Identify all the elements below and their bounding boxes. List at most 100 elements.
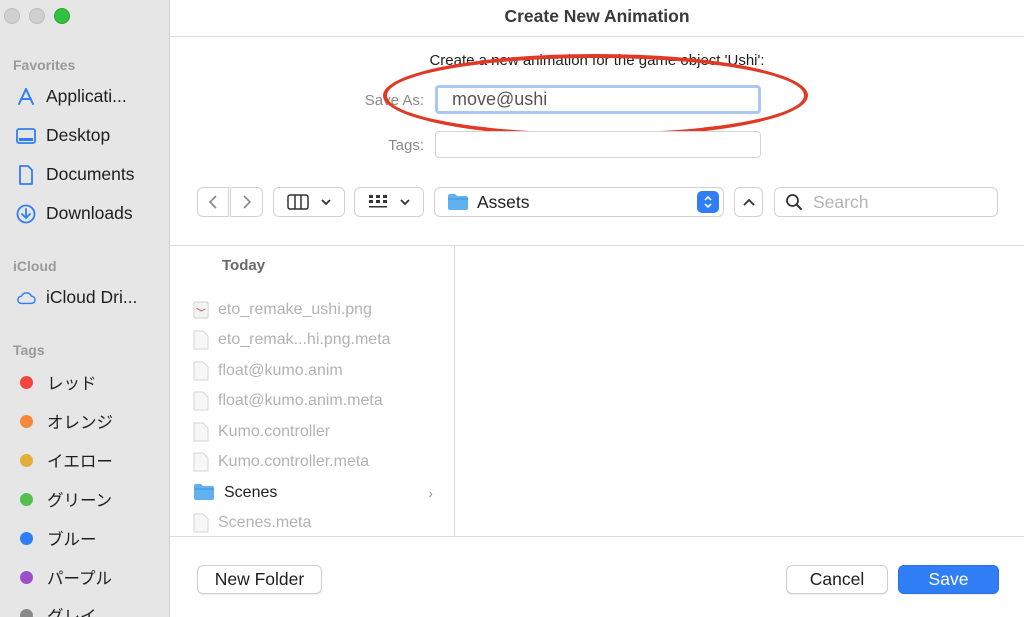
chevron-right-icon: › xyxy=(428,485,433,501)
folder-icon xyxy=(448,194,468,210)
downloads-icon xyxy=(16,204,36,224)
group-header: Today xyxy=(222,257,266,274)
chevron-up-icon xyxy=(742,198,755,206)
new-folder-button[interactable]: New Folder xyxy=(197,565,322,594)
search-icon xyxy=(786,194,802,210)
tag-label: グレイ xyxy=(47,608,97,617)
tag-label: ブルー xyxy=(47,531,97,549)
file-item[interactable]: float@kumo.anim xyxy=(193,361,443,381)
sidebar-tag-green[interactable]: グリーン xyxy=(20,487,112,511)
save-button[interactable]: Save xyxy=(898,565,999,594)
chevron-left-icon xyxy=(208,195,217,209)
tag-dot-icon xyxy=(20,414,33,428)
dialog-title: Create New Animation xyxy=(504,6,690,26)
folder-icon xyxy=(193,483,215,503)
chevron-down-icon xyxy=(400,199,410,206)
file-item[interactable]: eto_remak...hi.png.meta xyxy=(193,330,443,350)
sidebar-item-desktop[interactable]: Desktop xyxy=(16,125,110,146)
view-mode-button[interactable] xyxy=(273,187,345,217)
window-controls xyxy=(4,8,70,24)
forward-button[interactable] xyxy=(230,187,263,217)
sidebar-tag-blue[interactable]: ブルー xyxy=(20,526,97,550)
chevron-down-icon xyxy=(321,199,331,206)
tag-label: オレンジ xyxy=(47,414,113,432)
document-icon xyxy=(193,330,209,350)
location-popup[interactable]: Assets xyxy=(434,187,724,217)
chevron-right-icon xyxy=(242,195,251,209)
sidebar-tag-yellow[interactable]: イエロー xyxy=(20,448,113,472)
file-name: Scenes.meta xyxy=(218,514,312,531)
tag-dot-icon xyxy=(20,608,33,617)
sidebar-item-icloud-drive[interactable]: iCloud Dri... xyxy=(16,287,137,308)
column-divider[interactable] xyxy=(454,246,455,536)
sidebar-item-label: Documents xyxy=(46,164,135,184)
file-name: eto_remak...hi.png.meta xyxy=(218,331,391,348)
tag-dot-icon xyxy=(20,453,33,467)
document-icon xyxy=(193,422,209,442)
back-button[interactable] xyxy=(197,187,229,217)
document-icon xyxy=(193,513,209,533)
document-icon xyxy=(193,361,209,381)
tag-label: イエロー xyxy=(47,453,113,471)
grid-view-icon xyxy=(369,195,387,208)
document-icon xyxy=(193,391,209,411)
file-name: float@kumo.anim xyxy=(218,362,343,379)
folder-item[interactable]: Scenes › xyxy=(193,483,443,503)
sidebar-item-documents[interactable]: Documents xyxy=(16,164,135,185)
divider xyxy=(170,36,1024,37)
divider xyxy=(170,536,1024,537)
cancel-button[interactable]: Cancel xyxy=(786,565,888,594)
documents-icon xyxy=(16,164,36,185)
icloud-section-title: iCloud xyxy=(13,258,57,274)
tag-dot-icon xyxy=(20,531,33,545)
close-window-button[interactable] xyxy=(4,8,20,24)
cloud-icon xyxy=(16,290,36,306)
applications-icon xyxy=(16,87,36,107)
image-file-icon xyxy=(193,300,209,320)
tag-dot-icon xyxy=(20,375,33,389)
group-button[interactable] xyxy=(354,187,424,217)
file-item[interactable]: Scenes.meta xyxy=(193,513,443,533)
sidebar-tag-orange[interactable]: オレンジ xyxy=(20,409,113,433)
location-label: Assets xyxy=(477,191,530,212)
annotation-oval xyxy=(383,54,808,137)
file-name: eto_remake_ushi.png xyxy=(218,301,372,318)
tag-label: グリーン xyxy=(47,492,113,510)
tags-input[interactable] xyxy=(435,131,761,158)
file-item[interactable]: eto_remake_ushi.png xyxy=(193,300,443,320)
sidebar-item-label: Desktop xyxy=(46,125,111,145)
search-input: Search xyxy=(813,191,869,212)
file-item[interactable]: Kumo.controller.meta xyxy=(193,452,443,472)
sidebar-item-label: Applicati... xyxy=(46,86,127,106)
sidebar-item-label: iCloud Dri... xyxy=(46,287,138,307)
tag-label: レッド xyxy=(47,375,97,393)
sidebar: Favorites Applicati... Desktop Documents… xyxy=(0,0,170,617)
tags-label: Tags: xyxy=(388,137,424,154)
tags-section-title: Tags xyxy=(13,342,45,358)
file-name: float@kumo.anim.meta xyxy=(218,392,383,409)
updown-chevron-icon xyxy=(697,191,719,213)
divider xyxy=(170,245,1024,246)
search-field[interactable]: Search xyxy=(774,187,998,217)
document-icon xyxy=(193,452,209,472)
sidebar-item-label: Downloads xyxy=(46,203,133,223)
file-item[interactable]: Kumo.controller xyxy=(193,422,443,442)
file-name: Kumo.controller.meta xyxy=(218,453,370,470)
sidebar-item-applications[interactable]: Applicati... xyxy=(16,86,127,107)
sidebar-tag-gray[interactable]: グレイ xyxy=(20,603,97,617)
desktop-icon xyxy=(16,127,36,144)
tag-dot-icon xyxy=(20,570,33,584)
tag-dot-icon xyxy=(20,492,33,506)
file-name: Kumo.controller xyxy=(218,423,331,440)
favorites-section-title: Favorites xyxy=(13,57,76,73)
minimize-window-button[interactable] xyxy=(29,8,45,24)
sidebar-item-downloads[interactable]: Downloads xyxy=(16,203,133,224)
zoom-window-button[interactable] xyxy=(54,8,70,24)
columns-view-icon xyxy=(287,194,309,210)
file-item[interactable]: float@kumo.anim.meta xyxy=(193,391,443,411)
tag-label: パープル xyxy=(47,570,113,588)
file-name: Scenes xyxy=(224,484,278,501)
sidebar-tag-purple[interactable]: パープル xyxy=(20,565,112,589)
collapse-button[interactable] xyxy=(734,187,763,217)
sidebar-tag-red[interactable]: レッド xyxy=(20,370,97,394)
